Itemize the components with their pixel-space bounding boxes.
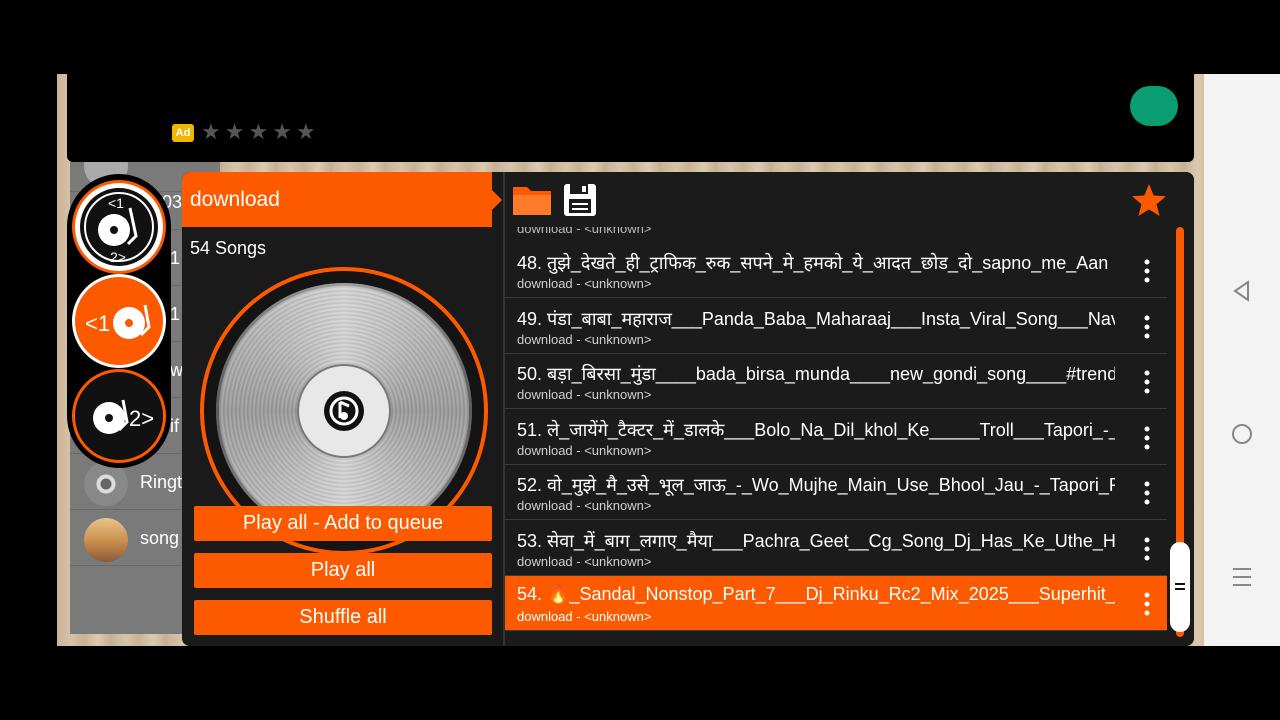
song-row[interactable]: 54. 🔥_Sandal_Nonstop_Part_7___Dj_Rinku_R… <box>505 576 1167 631</box>
song-row[interactable]: 48. तुझे_देखते_ही_ट्राफिक_रुक_सपने_मे_हम… <box>505 243 1167 298</box>
star-icon: ★ <box>224 119 245 144</box>
star-icon: ★ <box>272 119 292 144</box>
save-button[interactable] <box>561 181 601 219</box>
more-options-button[interactable] <box>1135 313 1159 341</box>
drag-handle-icon <box>1175 583 1185 590</box>
album-art-thumbnail <box>84 518 128 562</box>
list-item-label: if <box>170 416 179 436</box>
song-title: 48. तुझे_देखते_ही_ट्राफिक_रुक_सपने_मे_हम… <box>517 253 1109 273</box>
star-icon: ★ <box>295 119 316 144</box>
more-options-button[interactable] <box>1135 590 1159 618</box>
star-icon <box>1132 184 1166 216</box>
ad-rating: ★ ★ ★ ★ ★ <box>201 120 316 144</box>
song-subtitle: download - <unknown> <box>517 276 652 291</box>
song-count: 54 Songs <box>190 238 267 258</box>
song-title: 54. 🔥_Sandal_Nonstop_Part_7___Dj_Rinku_R… <box>517 584 1115 604</box>
disc-label <box>299 366 389 456</box>
partial-row-subtitle: download - <unknown> <box>517 227 652 236</box>
more-options-button[interactable] <box>1135 368 1159 396</box>
back-triangle-icon <box>1233 280 1249 302</box>
play-all-button[interactable]: Play all <box>194 553 492 588</box>
song-subtitle: download - <unknown> <box>517 331 652 347</box>
folder-dialog: download 54 Songs Play all - Add to queu… <box>182 172 1194 646</box>
song-title: 52. वो_मुझे_मै_उसे_भूल_जाऊ_-_Wo_Mujhe_Ma… <box>517 475 1115 495</box>
list-item-label: Ringt <box>140 472 183 492</box>
system-navigation-bar <box>1204 74 1280 646</box>
back-button[interactable] <box>1204 271 1280 311</box>
svg-text:<1: <1 <box>108 195 124 211</box>
more-vert-icon <box>1144 370 1150 394</box>
home-circle-icon <box>1232 424 1252 444</box>
ad-badge: Ad <box>172 124 194 142</box>
cd-disc <box>216 283 472 539</box>
open-folder-button[interactable] <box>511 181 551 219</box>
scrollbar-handle[interactable] <box>1170 542 1190 632</box>
more-vert-icon <box>1144 426 1150 449</box>
deck-1-button[interactable]: <1 <box>75 277 163 365</box>
song-subtitle: download - <unknown> <box>517 553 652 569</box>
song-title: 50. बड़ा_बिरसा_मुंडा____bada_birsa_munda… <box>517 364 1115 384</box>
shuffle-all-button[interactable]: Shuffle all <box>194 600 492 635</box>
star-icon: ★ <box>201 119 221 144</box>
ad-banner[interactable]: Ad ★ ★ ★ ★ ★ <box>67 74 1194 162</box>
floppy-disk-icon <box>564 184 596 216</box>
song-subtitle: download - <unknown> <box>517 442 652 458</box>
svg-text:2>: 2> <box>129 406 154 431</box>
folder-icon <box>513 187 551 215</box>
song-row[interactable]: 51. ले_जायेंगे_टैक्टर_में_डालके___Bolo_N… <box>505 410 1167 465</box>
more-vert-icon <box>1144 592 1150 616</box>
song-title: 53. सेवा_में_बाग_लगाए_मैया___Pachra_Geet… <box>517 530 1115 551</box>
turntable-deck1-icon: <1 <box>85 304 151 339</box>
song-subtitle: download - <unknown> <box>517 609 652 624</box>
ad-action-button[interactable] <box>1130 86 1178 126</box>
deck-2-button[interactable]: 2> <box>75 372 163 460</box>
svg-text:<1: <1 <box>85 311 110 336</box>
deck-switcher: <1 2> <1 2> <box>67 174 171 468</box>
list-item-label: 1 <box>170 304 181 324</box>
mix-decks-button[interactable]: <1 2> <box>75 183 163 271</box>
play-all-add-to-queue-button[interactable]: Play all - Add to queue <box>194 506 492 541</box>
song-list[interactable]: download - <unknown> 48. तुझे_देखते_ही_ट… <box>505 227 1167 646</box>
song-row[interactable]: 53. सेवा_में_बाग_लगाए_मैया___Pachra_Geet… <box>505 521 1167 576</box>
home-button[interactable] <box>1204 414 1280 454</box>
toolbar <box>505 172 1194 227</box>
turntable-mix-icon: <1 2> <box>80 188 158 266</box>
more-vert-icon <box>1144 259 1150 283</box>
more-options-button[interactable] <box>1135 479 1159 507</box>
menu-lines-icon <box>1233 568 1251 586</box>
song-row[interactable]: 50. बड़ा_बिरसा_मुंडा____bada_birsa_munda… <box>505 354 1167 409</box>
folder-info-pane: download 54 Songs Play all - Add to queu… <box>182 172 503 646</box>
song-subtitle: download - <unknown> <box>517 387 652 402</box>
recents-button[interactable] <box>1204 557 1280 597</box>
more-vert-icon <box>1144 537 1150 560</box>
svg-text:2>: 2> <box>110 249 126 265</box>
folder-title: download <box>182 172 492 227</box>
song-title: 51. ले_जायेंगे_टैक्टर_में_डालके___Bolo_N… <box>517 419 1115 440</box>
list-item-label: song <box>140 528 180 548</box>
song-row[interactable]: 49. पंडा_बाबा_महाराज___Panda_Baba_Mahara… <box>505 299 1167 354</box>
more-options-button[interactable] <box>1135 535 1159 563</box>
favorite-button[interactable] <box>1129 181 1169 219</box>
cd-thumbnail <box>84 462 128 506</box>
list-item-label: 1 <box>170 248 181 268</box>
more-options-button[interactable] <box>1135 424 1159 452</box>
more-vert-icon <box>1144 315 1150 338</box>
app-logo-icon <box>324 391 364 431</box>
more-options-button[interactable] <box>1135 257 1159 285</box>
folder-title-pointer <box>491 189 502 211</box>
song-list-pane: download - <unknown> 48. तुझे_देखते_ही_ट… <box>503 172 1194 646</box>
turntable-deck2-icon: 2> <box>93 399 154 434</box>
more-vert-icon <box>1144 481 1150 505</box>
song-subtitle: download - <unknown> <box>517 498 652 513</box>
star-icon: ★ <box>248 119 269 144</box>
song-title: 49. पंडा_बाबा_महाराज___Panda_Baba_Mahara… <box>517 308 1115 329</box>
song-row[interactable]: 52. वो_मुझे_मै_उसे_भूल_जाऊ_-_Wo_Mujhe_Ma… <box>505 465 1167 520</box>
